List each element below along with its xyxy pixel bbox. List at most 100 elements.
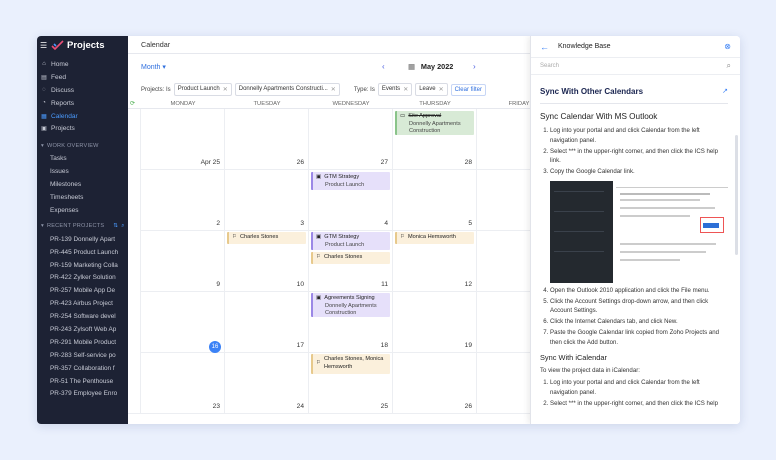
recent-project-item[interactable]: PR-291 Mobile Product bbox=[37, 336, 128, 349]
day-cell[interactable]: 16 bbox=[141, 292, 225, 353]
sidebar-item-calendar[interactable]: ▦ Calendar bbox=[37, 110, 128, 123]
event-title: Agreements Signing bbox=[324, 295, 375, 301]
view-select[interactable]: Month ▾ bbox=[141, 63, 166, 71]
sidebar-item-milestones[interactable]: Milestones bbox=[37, 178, 128, 191]
recent-project-item[interactable]: PR-243 Zylsoft Web Ap bbox=[37, 323, 128, 336]
prev-month-button[interactable]: ‹ bbox=[382, 62, 385, 71]
day-cell[interactable]: 23 bbox=[141, 353, 225, 414]
current-month[interactable]: ▦ May 2022 bbox=[408, 62, 453, 71]
clear-filter-button[interactable]: Clear filter bbox=[450, 83, 486, 96]
event-title: Charles Stones, Monica Hemsworth bbox=[324, 356, 384, 370]
sidebar-item-tasks[interactable]: Tasks bbox=[37, 152, 128, 165]
close-icon[interactable]: ⊗ bbox=[724, 42, 731, 51]
article-step: Log into your portal and and click Calen… bbox=[550, 378, 728, 398]
refresh-icon[interactable]: ⟳ bbox=[128, 101, 141, 108]
sidebar-item-issues[interactable]: Issues bbox=[37, 165, 128, 178]
calendar-event[interactable]: ▣ GTM Strategy Product Launch bbox=[311, 172, 390, 190]
day-cell[interactable]: 27 bbox=[309, 109, 393, 170]
recent-project-item[interactable]: PR-357 Collaboration f bbox=[37, 362, 128, 375]
weekday-label: MONDAY bbox=[170, 101, 196, 107]
today-marker: 16 bbox=[209, 341, 221, 353]
recent-project-item[interactable]: PR-254 Software devel bbox=[37, 310, 128, 323]
day-number: 27 bbox=[380, 159, 388, 166]
day-cell[interactable]: Apr 25 bbox=[141, 109, 225, 170]
sidebar-item-reports[interactable]: ◔ Reports bbox=[37, 97, 128, 110]
recent-projects-header[interactable]: ▾ RECENT PROJECTS ⇅ ⌕ bbox=[37, 220, 128, 233]
reports-icon: ◔ bbox=[42, 100, 46, 107]
search-icon[interactable]: ⌕ bbox=[121, 223, 124, 230]
recent-project-item[interactable]: PR-51 The Penthouse bbox=[37, 375, 128, 388]
article-heading: Sync Calendar With MS Outlook bbox=[540, 112, 658, 121]
day-cell[interactable]: 24 bbox=[225, 353, 309, 414]
day-cell[interactable]: 9 bbox=[141, 231, 225, 292]
day-number: Apr 25 bbox=[200, 159, 220, 166]
recent-project-item[interactable]: PR-422 Zylker Solution bbox=[37, 271, 128, 284]
knowledge-base-panel: ← Knowledge Base ⊗ Search ⌕ Sync With Ot… bbox=[530, 36, 740, 424]
menu-icon[interactable]: ☰ bbox=[40, 41, 48, 50]
work-overview-header[interactable]: ▾ WORK OVERVIEW bbox=[37, 139, 128, 152]
sidebar-item-expenses[interactable]: Expenses bbox=[37, 204, 128, 217]
day-cell[interactable]: 26 bbox=[225, 109, 309, 170]
calendar-event[interactable]: ⚐ Charles Stones bbox=[227, 232, 306, 244]
app-window: ☰ Projects ⌂ Home ▤ Feed ◌ Discuss ◔ Reports ▦ Ca… bbox=[37, 36, 740, 424]
external-link-icon[interactable]: ↗ bbox=[722, 87, 728, 96]
close-icon: ✕ bbox=[403, 87, 409, 93]
kb-search-input[interactable]: Search ⌕ bbox=[531, 58, 740, 75]
day-cell[interactable]: 17 bbox=[225, 292, 309, 353]
weekday-label: WEDNESDAY bbox=[332, 101, 370, 107]
article-step: Log into your portal and and click Calen… bbox=[550, 126, 728, 146]
event-title: GTM Strategy bbox=[324, 174, 360, 180]
day-number: 17 bbox=[296, 342, 304, 349]
filter-chip[interactable]: Donnelly Apartments Constructi... ✕ bbox=[234, 83, 340, 96]
calendar-event[interactable]: ▭ Site Approval Donnelly Apartments Constr… bbox=[395, 111, 474, 135]
recent-project-item[interactable]: PR-379 Employee Enro bbox=[37, 387, 128, 400]
filter-icon[interactable]: ⇅ bbox=[113, 223, 118, 229]
sidebar-item-timesheets[interactable]: Timesheets bbox=[37, 191, 128, 204]
calendar-event[interactable]: ⚐ Monica Hemsworth bbox=[395, 232, 474, 244]
back-arrow-icon[interactable]: ← bbox=[540, 42, 549, 52]
day-cell[interactable]: 5 bbox=[393, 170, 477, 231]
recent-project-item[interactable]: PR-283 Self-service po bbox=[37, 349, 128, 362]
day-number: 11 bbox=[381, 281, 388, 288]
event-icon: ▣ bbox=[316, 174, 322, 180]
filter-chip[interactable]: Product Launch ✕ bbox=[173, 83, 232, 96]
panel-header: ← Knowledge Base ⊗ bbox=[531, 36, 740, 58]
event-title: Charles Stones bbox=[240, 234, 279, 240]
event-title: Monica Hemsworth bbox=[408, 234, 456, 240]
article-step: Open the Outlook 2010 application and cl… bbox=[550, 286, 728, 296]
calendar-event[interactable]: ⚐ Charles Stones bbox=[311, 252, 390, 264]
sidebar-item-home[interactable]: ⌂ Home bbox=[37, 58, 128, 71]
app-title: Projects bbox=[67, 39, 105, 51]
sidebar-item-projects[interactable]: ▣ Projects bbox=[37, 122, 128, 135]
week-gutter bbox=[128, 109, 141, 414]
calendar-event[interactable]: ▣ GTM Strategy Product Launch bbox=[311, 232, 390, 250]
close-icon: ✕ bbox=[222, 87, 228, 93]
calendar-event[interactable]: ▣ Agreements Signing Donnelly Apartments C… bbox=[311, 293, 390, 317]
day-cell[interactable]: 2 bbox=[141, 170, 225, 231]
event-project: Donnelly Apartments Construction bbox=[409, 120, 461, 135]
discuss-icon: ◌ bbox=[42, 87, 46, 94]
next-month-button[interactable]: › bbox=[473, 62, 476, 71]
calendar-event[interactable]: ⚐ Charles Stones, Monica Hemsworth bbox=[311, 354, 390, 374]
collapse-icon: ▾ bbox=[41, 142, 45, 149]
day-cell[interactable]: 19 bbox=[393, 292, 477, 353]
projects-icon: ▣ bbox=[41, 126, 47, 133]
filter-chip[interactable]: Events ✕ bbox=[377, 83, 413, 96]
day-cell[interactable]: 3 bbox=[225, 170, 309, 231]
recent-project-item[interactable]: PR-423 Airbus Project bbox=[37, 297, 128, 310]
leave-icon: ⚐ bbox=[316, 359, 322, 366]
sidebar-item-feed[interactable]: ▤ Feed bbox=[37, 71, 128, 84]
filter-chip[interactable]: Leave ✕ bbox=[415, 83, 448, 96]
event-project: Product Launch bbox=[325, 181, 365, 188]
article-screenshot bbox=[550, 180, 731, 283]
day-cell[interactable]: 26 bbox=[393, 353, 477, 414]
day-number: 10 bbox=[296, 281, 304, 288]
panel-scrollbar[interactable] bbox=[735, 135, 738, 255]
recent-project-item[interactable]: PR-159 Marketing Colla bbox=[37, 259, 128, 272]
recent-project-item[interactable]: PR-445 Product Launch bbox=[37, 246, 128, 259]
sidebar-item-discuss[interactable]: ◌ Discuss bbox=[37, 84, 128, 97]
recent-project-item[interactable]: PR-139 Donnelly Apart bbox=[37, 233, 128, 246]
panel-title: Knowledge Base bbox=[558, 43, 611, 50]
event-title: Charles Stones bbox=[324, 254, 363, 260]
recent-project-item[interactable]: PR-257 Mobile App De bbox=[37, 284, 128, 297]
